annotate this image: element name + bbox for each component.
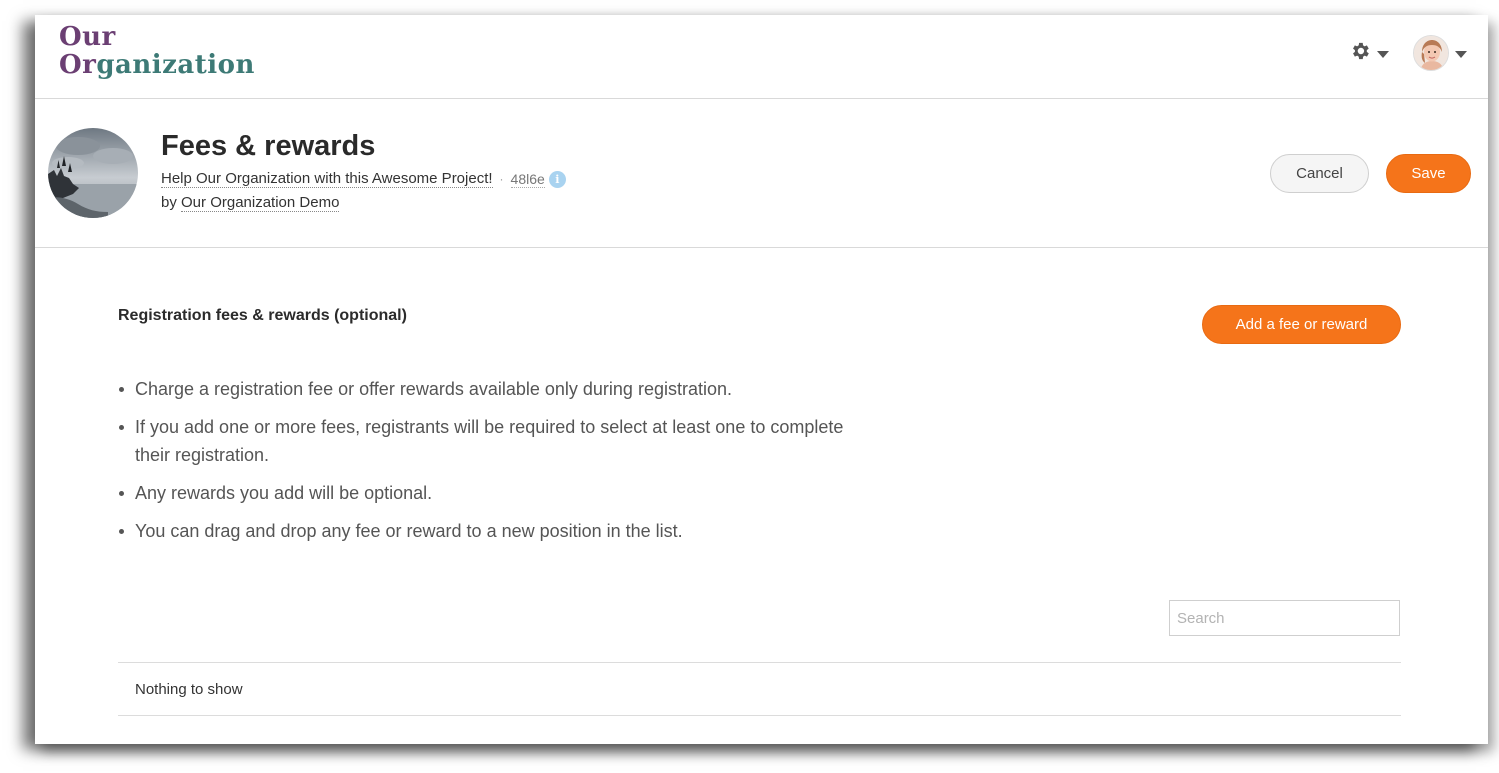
project-code[interactable]: 48l6e <box>510 171 545 188</box>
chevron-down-icon <box>1455 44 1467 63</box>
separator: · <box>499 172 504 186</box>
user-menu-button[interactable] <box>1413 35 1467 71</box>
organization-byline: by Our Organization Demo <box>161 194 340 212</box>
list-item: You can drag and drop any fee or reward … <box>119 517 875 545</box>
cancel-button[interactable]: Cancel <box>1270 154 1369 193</box>
app-window: Our Organization Fees & rewards Help Our… <box>35 15 1488 744</box>
empty-message: Nothing to show <box>135 681 243 698</box>
top-navigation-bar: Our Organization <box>35 15 1488 99</box>
instructions-list: Charge a registration fee or offer rewar… <box>119 375 875 555</box>
project-link[interactable]: Help Our Organization with this Awesome … <box>161 170 493 188</box>
section-title: Registration fees & rewards (optional) <box>118 307 407 324</box>
byline-prefix: by <box>161 194 182 211</box>
add-fee-or-reward-button[interactable]: Add a fee or reward <box>1202 305 1401 344</box>
page-title: Fees & rewards <box>161 130 376 162</box>
search-input[interactable] <box>1169 600 1400 636</box>
chevron-down-icon <box>1377 44 1389 63</box>
logo-line-2: Organization <box>59 50 255 80</box>
gear-icon <box>1349 40 1371 66</box>
user-avatar <box>1413 35 1449 71</box>
empty-table-row: Nothing to show <box>118 662 1401 716</box>
info-icon[interactable]: i <box>548 170 566 188</box>
project-info: Help Our Organization with this Awesome … <box>161 170 566 188</box>
save-button[interactable]: Save <box>1386 154 1471 193</box>
list-item: If you add one or more fees, registrants… <box>119 413 875 469</box>
settings-menu-button[interactable] <box>1349 41 1389 65</box>
logo-line-1: Our <box>59 22 116 52</box>
organization-logo[interactable]: Our Organization <box>59 23 255 79</box>
list-item: Charge a registration fee or offer rewar… <box>119 375 875 403</box>
page-header: Fees & rewards Help Our Organization wit… <box>35 100 1488 248</box>
list-item: Any rewards you add will be optional. <box>119 479 875 507</box>
project-image <box>48 128 138 218</box>
organization-link[interactable]: Our Organization Demo <box>181 194 340 212</box>
